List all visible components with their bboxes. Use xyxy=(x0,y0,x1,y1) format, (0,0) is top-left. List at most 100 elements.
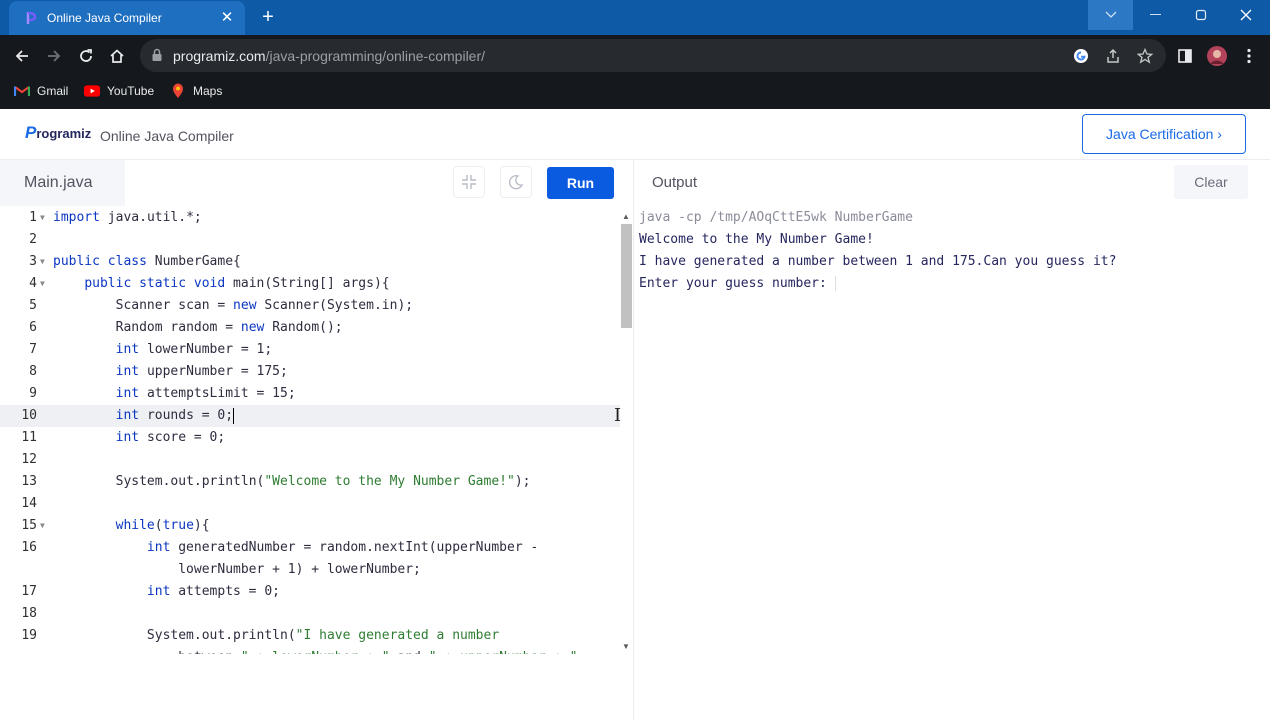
code-token: ( xyxy=(319,298,327,313)
code-line[interactable]: 2 xyxy=(0,229,620,251)
close-window-button[interactable] xyxy=(1223,0,1268,30)
line-number: 14 xyxy=(21,496,37,511)
minimize-button[interactable] xyxy=(1133,0,1178,30)
file-tab-main-java[interactable]: Main.java xyxy=(0,160,125,206)
code-line[interactable]: 4 ▼ public static void main(String[] args… xyxy=(0,273,620,295)
scroll-down-icon[interactable]: ▼ xyxy=(622,642,630,651)
output-toolbar: Output Clear xyxy=(634,160,1270,206)
bookmarks-bar: Gmail YouTube Maps xyxy=(0,76,1270,109)
code-line[interactable]: lowerNumber + 1) + lowerNumber; xyxy=(0,559,620,581)
code-text: public class NumberGame{ xyxy=(53,251,241,273)
editor-toolbar: Main.java Run xyxy=(0,160,633,206)
java-certification-button[interactable]: Java Certification › xyxy=(1082,114,1246,154)
code-token: (); xyxy=(319,320,343,335)
code-line[interactable]: 9 int attemptsLimit = 15; xyxy=(0,383,620,405)
address-bar[interactable]: programiz.com/java-programming/online-co… xyxy=(140,39,1166,72)
code-text: int lowerNumber = 1; xyxy=(53,339,273,361)
code-line[interactable]: 3 ▼ public class NumberGame{ xyxy=(0,251,620,273)
code-line[interactable]: 18 xyxy=(0,603,620,625)
fold-toggle-icon[interactable]: ▼ xyxy=(40,273,45,295)
code-line[interactable]: 13 System.out.println("Welcome to the My… xyxy=(0,471,620,493)
code-line[interactable]: 8 int upperNumber = 175; xyxy=(0,361,620,383)
tab-search-button[interactable] xyxy=(1088,0,1133,30)
code-line[interactable]: 14 xyxy=(0,493,620,515)
page-title: Online Java Compiler xyxy=(100,128,234,144)
scrollbar-thumb[interactable] xyxy=(621,224,632,328)
output-line: I have generated a number between 1 and … xyxy=(639,251,1270,273)
line-number: 5 xyxy=(29,298,37,313)
code-line[interactable]: 11 int score = 0; xyxy=(0,427,620,449)
fold-toggle-icon[interactable]: ▼ xyxy=(40,515,45,537)
fold-toggle-icon[interactable]: ▼ xyxy=(40,207,45,229)
output-console[interactable]: java -cp /tmp/AOqCttE5wk NumberGame Welco… xyxy=(634,207,1270,720)
reload-icon xyxy=(80,49,92,62)
keyword-token: new xyxy=(240,320,265,335)
code-token: = 0; xyxy=(240,584,280,599)
forward-button[interactable] xyxy=(40,42,68,70)
code-line[interactable]: between " + lowerNumber + " and " + uppe… xyxy=(0,647,620,654)
string-token: " + upperNumber + " xyxy=(429,650,578,654)
code-token: System xyxy=(326,298,374,313)
line-number: 6 xyxy=(29,320,37,335)
clear-button[interactable]: Clear xyxy=(1174,165,1248,199)
output-text: Welcome to the My Number Game! xyxy=(639,232,874,247)
fold-toggle-icon[interactable]: ▼ xyxy=(40,251,45,273)
code-lines[interactable]: 1 ▼ import java.util.*; 2 3 ▼ public class Num… xyxy=(0,207,620,654)
restore-button[interactable] xyxy=(1178,0,1223,30)
code-line[interactable]: 12 xyxy=(0,449,620,471)
browser-tab[interactable]: Online Java Compiler ✕ xyxy=(9,1,245,35)
code-line[interactable]: 19 System.out.println("I have generated … xyxy=(0,625,620,647)
code-token: { xyxy=(233,254,241,269)
line-number: 2 xyxy=(29,232,37,247)
kebab-menu-icon xyxy=(1247,48,1251,64)
code-token: = 0; xyxy=(186,430,226,445)
tab-close-icon[interactable]: ✕ xyxy=(219,10,235,26)
code-line[interactable]: 6 Random random = new Random(); xyxy=(0,317,620,339)
output-command-line: java -cp /tmp/AOqCttE5wk NumberGame xyxy=(639,207,1270,229)
google-icon[interactable] xyxy=(1072,47,1090,65)
theme-toggle-button[interactable] xyxy=(500,166,532,198)
code-line[interactable]: 17 int attempts = 0; xyxy=(0,581,620,603)
run-button[interactable]: Run xyxy=(547,167,614,199)
code-text: int generatedNumber = random.nextInt(upp… xyxy=(53,537,538,559)
share-icon[interactable] xyxy=(1104,47,1122,65)
bookmark-youtube[interactable]: YouTube xyxy=(84,83,154,99)
code-line[interactable]: 15 ▼ while(true){ xyxy=(0,515,620,537)
bookmark-star-icon[interactable] xyxy=(1136,47,1154,65)
reload-button[interactable] xyxy=(72,42,100,70)
lock-icon[interactable] xyxy=(151,48,163,67)
code-line[interactable]: 1 ▼ import java.util.*; xyxy=(0,207,620,229)
keyword-token: int xyxy=(146,540,171,555)
code-token: between xyxy=(178,650,233,654)
side-panel-button[interactable] xyxy=(1171,42,1199,70)
chrome-menu-button[interactable] xyxy=(1235,42,1263,70)
bookmark-maps[interactable]: Maps xyxy=(170,83,222,99)
code-token: nextInt xyxy=(373,540,429,555)
keyword-token: void xyxy=(193,276,226,291)
editor-scrollbar[interactable]: ▲ ▼ xyxy=(620,210,633,655)
new-tab-button[interactable]: + xyxy=(256,6,280,30)
line-number: 18 xyxy=(21,606,37,621)
string-token: "Welcome to the My Number Game!" xyxy=(264,474,515,489)
bookmark-gmail[interactable]: Gmail xyxy=(14,83,68,99)
code-token: ( xyxy=(264,276,273,291)
input-caret[interactable] xyxy=(834,276,836,291)
bookmark-label: Gmail xyxy=(37,84,69,98)
scroll-up-icon[interactable]: ▲ xyxy=(622,212,630,221)
programiz-logo[interactable]: Programiz xyxy=(25,123,91,143)
code-line[interactable]: 16 int generatedNumber = random.nextInt(… xyxy=(0,537,620,559)
code-token: = 1; xyxy=(233,342,273,357)
code-text: System.out.println("Welcome to the My Nu… xyxy=(53,471,531,493)
fullscreen-button[interactable] xyxy=(453,166,485,198)
arrow-right-icon xyxy=(48,50,61,62)
code-line[interactable]: 7 int lowerNumber = 1; xyxy=(0,339,620,361)
keyword-token: int xyxy=(115,430,140,445)
code-editor[interactable]: 1 ▼ import java.util.*; 2 3 ▼ public class Num… xyxy=(0,207,633,720)
home-button[interactable] xyxy=(103,42,131,70)
code-line[interactable]: 5 Scanner scan = new Scanner(System.in); xyxy=(0,295,620,317)
profile-avatar[interactable] xyxy=(1203,42,1231,70)
code-line[interactable]: 10 int rounds = 0; xyxy=(0,405,620,427)
back-button[interactable] xyxy=(8,42,36,70)
